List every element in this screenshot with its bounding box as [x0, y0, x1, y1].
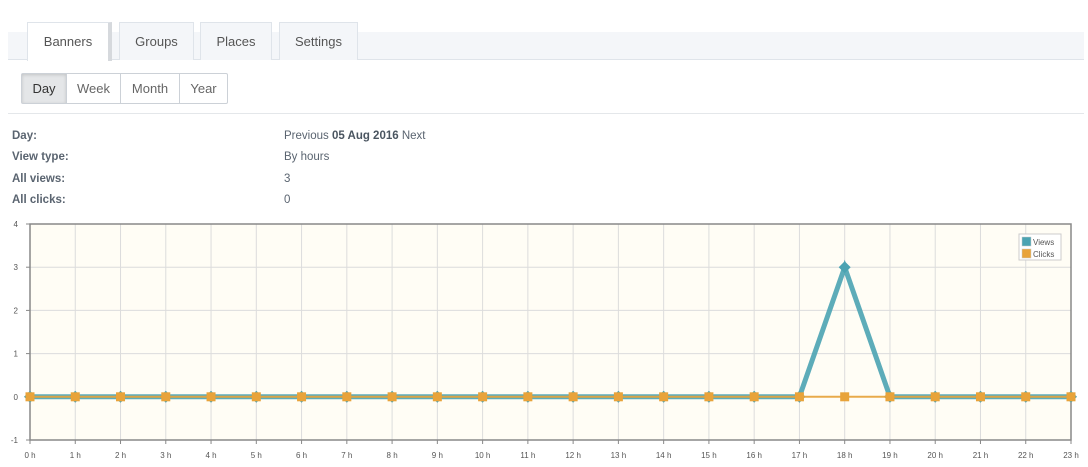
- x-tick-label: 20 h: [927, 451, 943, 460]
- y-tick-label: 2: [14, 306, 19, 315]
- series-point-clicks: [659, 392, 669, 402]
- x-tick-label: 4 h: [205, 451, 216, 460]
- legend-swatch-views: [1021, 236, 1032, 247]
- series-point-clicks: [206, 392, 216, 402]
- series-point-clicks: [975, 392, 985, 402]
- stats-chart: 0 h1 h2 h3 h4 h5 h6 h7 h8 h9 h 10 h 11 h 12…: [11, 220, 1079, 460]
- series-point-clicks: [749, 392, 759, 402]
- series-point-clicks: [387, 392, 397, 402]
- series-point-clicks: [251, 392, 261, 402]
- x-tick-label: 0 h: [24, 451, 35, 460]
- series-point-clicks: [840, 392, 850, 402]
- series-point-clicks: [342, 392, 352, 402]
- x-tick-label: 5 h: [251, 451, 262, 460]
- x-tick-label: 6 h: [296, 451, 307, 460]
- x-tick-label: 17 h: [792, 451, 808, 460]
- series-point-clicks: [794, 392, 804, 402]
- x-tick-label: 12 h: [565, 451, 581, 460]
- x-tick-label: 13 h: [611, 451, 627, 460]
- series-point-clicks: [885, 392, 895, 402]
- x-tick-label: 15 h: [701, 451, 717, 460]
- y-tick-label: 1: [14, 350, 19, 359]
- series-point-clicks: [478, 392, 488, 402]
- series-point-clicks: [613, 392, 623, 402]
- x-tick-label: 14 h: [656, 451, 672, 460]
- x-tick-label: 16 h: [746, 451, 762, 460]
- x-tick-label: 21 h: [973, 451, 989, 460]
- legend-label-views: Views: [1033, 238, 1054, 247]
- x-tick-label: 7 h: [341, 451, 352, 460]
- plot-area: [30, 224, 1071, 440]
- x-tick-label: 11 h: [520, 451, 535, 460]
- x-tick-label: 8 h: [387, 451, 398, 460]
- series-point-clicks: [930, 392, 940, 402]
- series-point-clicks: [161, 392, 171, 402]
- x-tick-label: 19 h: [882, 451, 898, 460]
- y-tick-label: -1: [11, 436, 19, 445]
- x-tick-label: 22 h: [1018, 451, 1034, 460]
- series-point-clicks: [116, 392, 126, 402]
- series-point-clicks: [297, 392, 307, 402]
- series-point-clicks: [25, 392, 35, 402]
- x-tick-label: 18 h: [837, 451, 853, 460]
- x-tick-label: 23 h: [1063, 451, 1079, 460]
- series-point-clicks: [70, 392, 80, 402]
- series-point-clicks: [568, 392, 578, 402]
- y-tick-label: 4: [14, 220, 19, 229]
- series-point-clicks: [432, 392, 442, 402]
- x-tick-label: 2 h: [115, 451, 126, 460]
- x-tick-label: 3 h: [160, 451, 171, 460]
- series-point-clicks: [523, 392, 533, 402]
- series-point-clicks: [1021, 392, 1031, 402]
- x-tick-label: 1 h: [70, 451, 81, 460]
- y-tick-label: 3: [14, 263, 19, 272]
- x-tick-label: 9 h: [432, 451, 443, 460]
- legend-label-clicks: Clicks: [1033, 250, 1054, 259]
- x-tick-label: 10 h: [475, 451, 491, 460]
- series-point-clicks: [704, 392, 714, 402]
- y-tick-label: 0: [14, 393, 19, 402]
- legend-swatch-clicks: [1021, 248, 1032, 259]
- series-point-clicks: [1066, 392, 1076, 402]
